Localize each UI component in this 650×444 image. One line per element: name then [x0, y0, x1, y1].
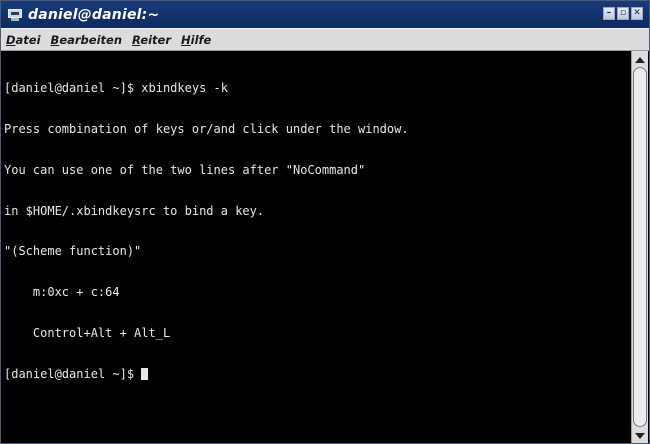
menu-reiter[interactable]: Reiter: [132, 33, 171, 47]
terminal-output[interactable]: [daniel@daniel ~]$ xbindkeys -k Press co…: [1, 51, 632, 443]
minimize-button[interactable]: –: [603, 7, 615, 20]
scrollbar-thumb[interactable]: [633, 67, 647, 427]
terminal-line: [daniel@daniel ~]$ xbindkeys -k: [4, 81, 228, 96]
terminal-icon: [8, 8, 22, 21]
menu-bearbeiten[interactable]: Bearbeiten: [51, 33, 122, 47]
menu-hilfe[interactable]: Hilfe: [181, 33, 211, 47]
menu-bar: Datei Bearbeiten Reiter Hilfe: [1, 28, 649, 51]
scroll-up-arrow-icon[interactable]: [635, 57, 645, 63]
prompt-line[interactable]: [daniel@daniel ~]$: [4, 366, 632, 382]
shell-prompt: [daniel@daniel ~]$: [4, 366, 142, 381]
vertical-scrollbar[interactable]: [631, 51, 648, 443]
window-title: daniel@daniel:~: [28, 6, 160, 23]
terminal-line: m:0xc + c:64: [4, 285, 120, 300]
terminal-line: You can use one of the two lines after "…: [4, 162, 366, 177]
maximize-button[interactable]: ▫: [617, 7, 629, 20]
close-button[interactable]: ✕: [631, 7, 643, 20]
terminal-window: daniel@daniel:~ – ▫ ✕ Datei Bearbeiten R…: [0, 0, 650, 444]
text-cursor: [141, 367, 149, 380]
scroll-down-arrow-icon[interactable]: [635, 433, 645, 439]
terminal-line: "(Scheme function)": [4, 244, 142, 259]
terminal-line: Control+Alt + Alt_L: [4, 325, 171, 340]
terminal-line: in $HOME/.xbindkeysrc to bind a key.: [4, 203, 265, 218]
menu-datei[interactable]: Datei: [6, 33, 41, 47]
window-controls: – ▫ ✕: [603, 7, 643, 20]
terminal-line: Press combination of keys or/and click u…: [4, 121, 409, 136]
title-bar[interactable]: daniel@daniel:~ – ▫ ✕: [1, 1, 649, 28]
